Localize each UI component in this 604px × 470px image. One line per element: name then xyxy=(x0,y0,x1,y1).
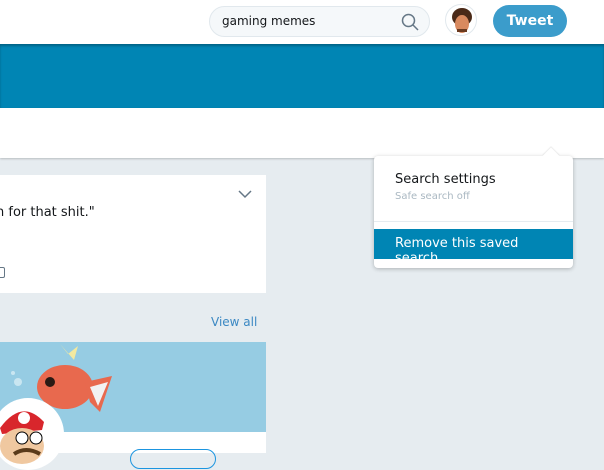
top-header: Tweet xyxy=(0,0,604,44)
remove-saved-search-item[interactable]: Remove this saved search xyxy=(374,229,573,266)
direct-message-icon[interactable] xyxy=(0,267,5,278)
profile-avatar[interactable] xyxy=(445,4,477,36)
tweet-text: n for that shit." xyxy=(0,205,95,220)
search-settings-label: Search settings xyxy=(395,172,496,187)
chevron-down-icon[interactable] xyxy=(238,189,252,199)
saved-search-dropdown: Search settings Safe search off Remove t… xyxy=(374,147,573,268)
view-all-link[interactable]: View all xyxy=(211,315,257,329)
search-input[interactable] xyxy=(222,14,392,28)
tweet-button[interactable]: Tweet xyxy=(493,5,567,37)
tweet-card: n for that shit." xyxy=(0,175,266,293)
search-title-bar xyxy=(0,108,604,249)
follow-button[interactable] xyxy=(130,449,216,469)
search-settings-item[interactable]: Search settings Safe search off xyxy=(374,166,573,220)
header-banner xyxy=(0,44,604,108)
menu-divider xyxy=(374,221,573,222)
search-icon[interactable] xyxy=(401,13,419,31)
safe-search-status: Safe search off xyxy=(395,191,470,202)
profile-picture[interactable] xyxy=(0,398,64,470)
search-box[interactable] xyxy=(209,6,430,37)
